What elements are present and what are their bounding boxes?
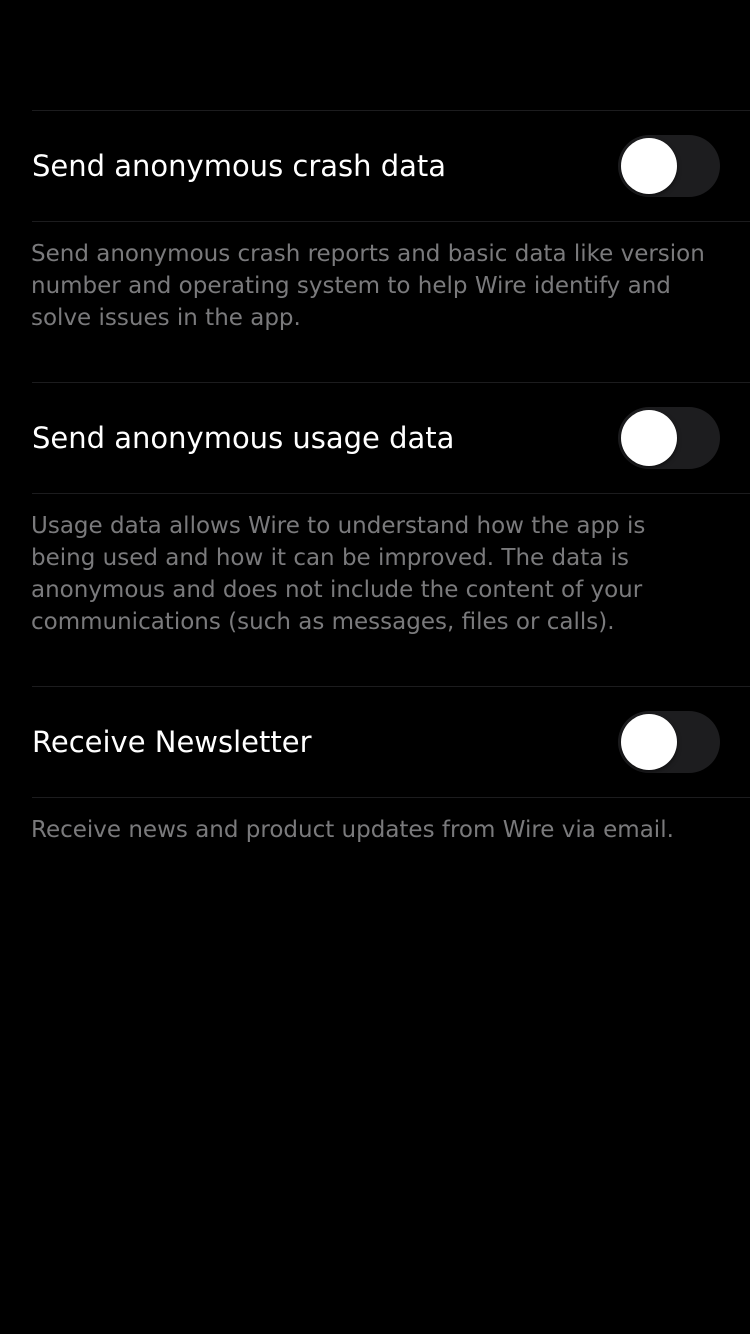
setting-footer-crash-data: Send anonymous crash reports and basic d…	[31, 241, 705, 331]
setting-footer-newsletter: Receive news and product updates from Wi…	[31, 817, 674, 843]
toggle-knob	[621, 138, 677, 194]
toggle-knob	[621, 410, 677, 466]
setting-label-crash-data: Send anonymous crash data	[32, 149, 447, 183]
setting-label-usage-data: Send anonymous usage data	[32, 421, 455, 455]
privacy-settings-list: Send anonymous crash data Send anonymous…	[0, 110, 750, 846]
newsletter-toggle[interactable]	[618, 711, 720, 773]
setting-row-crash-data[interactable]: Send anonymous crash data	[0, 111, 750, 221]
setting-label-newsletter: Receive Newsletter	[32, 725, 312, 759]
toggle-knob	[621, 714, 677, 770]
setting-row-usage-data[interactable]: Send anonymous usage data	[0, 383, 750, 493]
crash-data-toggle[interactable]	[618, 135, 720, 197]
setting-footer-usage-data: Usage data allows Wire to understand how…	[31, 513, 646, 635]
setting-row-newsletter[interactable]: Receive Newsletter	[0, 687, 750, 797]
usage-data-toggle[interactable]	[618, 407, 720, 469]
